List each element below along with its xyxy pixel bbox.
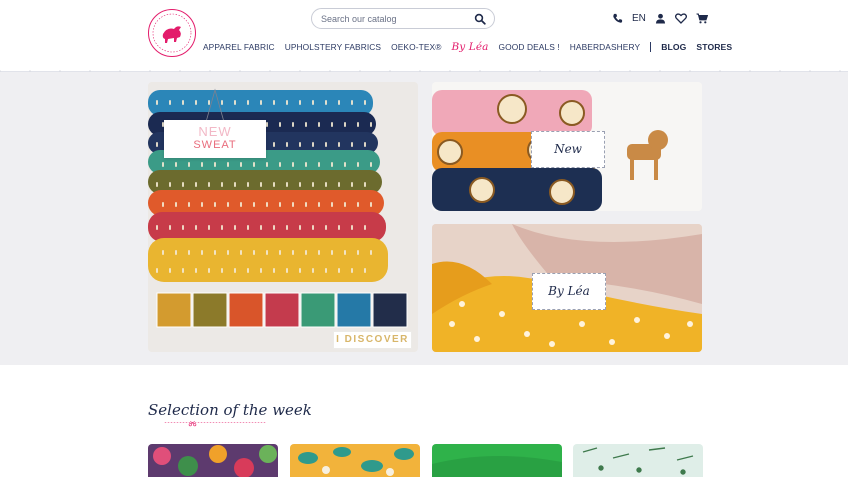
product-image-2 bbox=[290, 444, 420, 477]
product-image-3 bbox=[432, 444, 562, 477]
banner-new-sweat[interactable]: NEW SWEAT I DISCOVER bbox=[148, 82, 418, 352]
hero-section: NEW SWEAT I DISCOVER New By Léa bbox=[0, 72, 848, 365]
banner-new[interactable]: New bbox=[432, 82, 702, 211]
main-nav: APPAREL FABRIC UPHOLSTERY FABRICS OEKO-T… bbox=[203, 38, 742, 56]
product-card-1[interactable] bbox=[148, 444, 278, 477]
nav-stores[interactable]: STORES bbox=[696, 42, 732, 52]
product-card-4[interactable] bbox=[573, 444, 703, 477]
discover-button[interactable]: I DISCOVER bbox=[333, 331, 412, 349]
new-sweat-tag: NEW SWEAT bbox=[164, 120, 266, 158]
language-selector[interactable]: EN bbox=[632, 13, 646, 24]
product-image-1 bbox=[148, 444, 278, 477]
search-bar bbox=[311, 8, 495, 29]
by-lea-tag: By Léa bbox=[532, 273, 606, 310]
scissors-dashed-underline bbox=[164, 421, 266, 427]
logo-dog-icon bbox=[152, 13, 192, 53]
search-icon[interactable] bbox=[474, 13, 486, 25]
user-icon[interactable] bbox=[655, 13, 666, 24]
banner-by-lea[interactable]: By Léa bbox=[432, 224, 702, 352]
measuring-tape-divider bbox=[0, 64, 848, 77]
brand-logo[interactable] bbox=[148, 9, 196, 57]
sweat-tag-line1: NEW bbox=[198, 124, 232, 139]
product-card-3[interactable] bbox=[432, 444, 562, 477]
nav-good-deals[interactable]: GOOD DEALS ! bbox=[499, 42, 560, 52]
heart-icon[interactable] bbox=[674, 12, 687, 24]
nav-divider bbox=[650, 42, 652, 52]
search-input[interactable] bbox=[321, 12, 471, 26]
new-tag: New bbox=[531, 131, 605, 168]
nav-haberdashery[interactable]: HABERDASHERY bbox=[570, 42, 640, 52]
nav-apparel-fabric[interactable]: APPAREL FABRIC bbox=[203, 42, 275, 52]
nav-oeko-tex[interactable]: OEKO-TEX® bbox=[391, 42, 441, 52]
cart-icon[interactable] bbox=[696, 12, 708, 24]
sweat-tag-line2: SWEAT bbox=[193, 139, 237, 151]
scissors-icon bbox=[188, 421, 197, 427]
nav-upholstery-fabrics[interactable]: UPHOLSTERY FABRICS bbox=[285, 42, 381, 52]
nav-by-lea[interactable]: By Léa bbox=[451, 41, 488, 53]
product-card-2[interactable] bbox=[290, 444, 420, 477]
selection-title: Selection of the week bbox=[148, 401, 312, 419]
nav-blog[interactable]: BLOG bbox=[661, 42, 686, 52]
product-image-4 bbox=[573, 444, 703, 477]
header-tools: EN bbox=[612, 10, 708, 26]
site-header: EN APPAREL FABRIC UPHOLSTERY FABRICS OEK… bbox=[0, 0, 848, 64]
phone-icon[interactable] bbox=[612, 13, 623, 24]
